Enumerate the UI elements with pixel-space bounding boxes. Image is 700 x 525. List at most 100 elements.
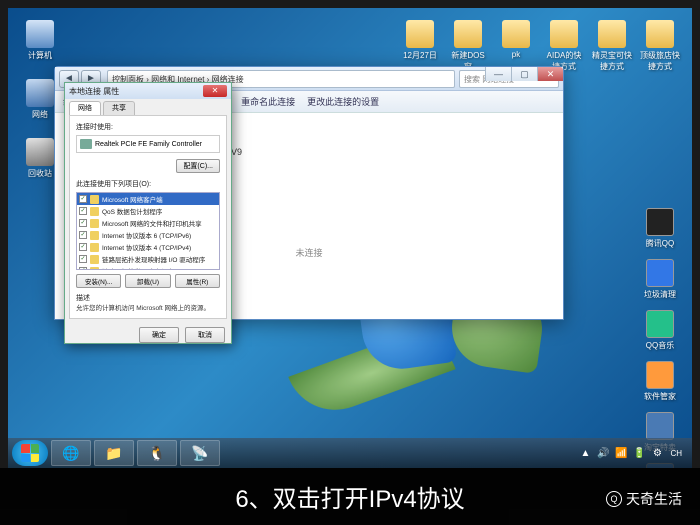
properties-button[interactable]: 属性(R): [175, 274, 220, 288]
protocol-item[interactable]: ✓ QoS 数据包计划程序: [77, 205, 219, 217]
protocol-item[interactable]: ✓ Microsoft 网络客户端: [77, 193, 219, 205]
icon-label: pk: [496, 50, 536, 59]
desktop-icon[interactable]: 12月27日: [400, 20, 440, 72]
protocol-item[interactable]: ✓ 链路层拓扑发现映射器 I/O 驱动程序: [77, 253, 219, 265]
desktop-icon[interactable]: 顶级旅店快捷方式: [640, 20, 680, 72]
adapter-label: Adapter V9: [197, 147, 551, 157]
checkbox-icon[interactable]: ✓: [79, 267, 87, 270]
protocol-item[interactable]: ✓ Microsoft 网络的文件和打印机共享: [77, 217, 219, 229]
icon-label: 垃圾清理: [640, 289, 680, 300]
tray-icon[interactable]: 🔊: [596, 446, 610, 460]
window-controls: — ▢ ✕: [485, 67, 563, 81]
connect-using-label: 连接时使用:: [76, 122, 220, 132]
app-icon: [502, 20, 530, 48]
checkbox-icon[interactable]: ✓: [79, 255, 87, 263]
desktop-screen: 计算机网络回收站 12月27日新建DOS窗pkAIDA的快捷方式精灵宝可快捷方式…: [8, 8, 692, 468]
tray-icon[interactable]: 🔋: [632, 446, 646, 460]
close-button[interactable]: ✕: [537, 67, 563, 81]
desktop-icon[interactable]: 新建DOS窗: [448, 20, 488, 72]
checkbox-icon[interactable]: ✓: [79, 207, 87, 215]
tab-sharing[interactable]: 共享: [103, 101, 135, 115]
maximize-button[interactable]: ▢: [511, 67, 537, 81]
language-indicator[interactable]: CH: [670, 449, 682, 458]
icon-label: 12月27日: [400, 50, 440, 61]
properties-dialog: 本地连接 属性 ✕ 网络 共享 连接时使用: Realtek PCIe FE F…: [64, 82, 232, 344]
dialog-title: 本地连接 属性: [69, 86, 119, 97]
desktop-icon[interactable]: pk: [496, 20, 536, 72]
desktop-icons-right-col: 腾讯QQ垃圾清理QQ音乐软件管家淘宝特卖腾讯电脑管家: [640, 208, 680, 468]
protocol-label: 链路层拓扑发现响应程序: [102, 266, 174, 270]
protocol-icon: [90, 255, 99, 264]
desktop-icon[interactable]: 软件管家: [640, 361, 680, 402]
icon-label: 腾讯QQ: [640, 238, 680, 249]
protocol-icon: [90, 195, 99, 204]
taskbar-item[interactable]: 🌐: [51, 440, 91, 466]
dialog-body: 连接时使用: Realtek PCIe FE Family Controller…: [69, 115, 227, 319]
app-icon: [454, 20, 482, 48]
taskbar-item[interactable]: 📡: [180, 440, 220, 466]
app-icon: [550, 20, 578, 48]
taskbar: 🌐📁🐧📡 ▲ 🔊 📶 🔋 ⚙ CH: [8, 438, 692, 468]
uninstall-button[interactable]: 卸载(U): [125, 274, 170, 288]
windows-logo-icon: [21, 444, 39, 462]
desktop-icon[interactable]: 计算机: [20, 20, 60, 61]
dialog-titlebar: 本地连接 属性 ✕: [65, 83, 231, 99]
minimize-button[interactable]: —: [485, 67, 511, 81]
desktop-icon[interactable]: QQ音乐: [640, 310, 680, 351]
protocol-label: Microsoft 网络客户端: [102, 194, 163, 204]
desktop-icon[interactable]: 垃圾清理: [640, 259, 680, 300]
app-icon: [646, 412, 674, 440]
icon-label: QQ音乐: [640, 340, 680, 351]
start-button[interactable]: [12, 440, 48, 466]
adapter-box: Realtek PCIe FE Family Controller: [76, 135, 220, 153]
dialog-close-button[interactable]: ✕: [203, 85, 227, 97]
checkbox-icon[interactable]: ✓: [79, 219, 87, 227]
taskbar-item[interactable]: 🐧: [137, 440, 177, 466]
system-tray: ▲ 🔊 📶 🔋 ⚙ CH: [578, 446, 688, 460]
protocol-item[interactable]: ✓ Internet 协议版本 4 (TCP/IPv4): [77, 241, 219, 253]
protocol-list[interactable]: ✓ Microsoft 网络客户端 ✓ QoS 数据包计划程序 ✓ Microsoft 网…: [76, 192, 220, 270]
toolbar-item[interactable]: 更改此连接的设置: [307, 95, 379, 108]
checkbox-icon[interactable]: ✓: [79, 195, 87, 203]
desktop-icon[interactable]: 腾讯QQ: [640, 208, 680, 249]
protocol-icon: [90, 219, 99, 228]
watermark: Q 天奇生活: [606, 489, 682, 509]
tray-icon[interactable]: 📶: [614, 446, 628, 460]
protocol-label: Internet 协议版本 4 (TCP/IPv4): [102, 242, 191, 252]
description-label: 描述: [76, 293, 220, 303]
app-icon: [646, 20, 674, 48]
protocol-item[interactable]: ✓ 链路层拓扑发现响应程序: [77, 265, 219, 270]
protocol-label: Microsoft 网络的文件和打印机共享: [102, 218, 202, 228]
icon-label: 软件管家: [640, 391, 680, 402]
protocol-label: Internet 协议版本 6 (TCP/IPv6): [102, 230, 191, 240]
toolbar-item[interactable]: 重命名此连接: [241, 95, 295, 108]
checkbox-icon[interactable]: ✓: [79, 231, 87, 239]
app-icon: [646, 310, 674, 338]
app-icon: [26, 138, 54, 166]
icon-label: 精灵宝可快捷方式: [592, 50, 632, 72]
desktop-icon[interactable]: 精灵宝可快捷方式: [592, 20, 632, 72]
protocol-label: 链路层拓扑发现映射器 I/O 驱动程序: [102, 254, 205, 264]
protocol-icon: [90, 207, 99, 216]
dialog-tabs: 网络 共享: [65, 99, 231, 115]
tray-icon[interactable]: ⚙: [650, 446, 664, 460]
app-icon: [406, 20, 434, 48]
tab-network[interactable]: 网络: [69, 101, 101, 115]
caption-bar: 6、双击打开IPv4协议 Q 天奇生活: [0, 468, 700, 525]
monitor-frame: 计算机网络回收站 12月27日新建DOS窗pkAIDA的快捷方式精灵宝可快捷方式…: [0, 0, 700, 525]
configure-button[interactable]: 配置(C)...: [176, 159, 220, 173]
checkbox-icon[interactable]: ✓: [79, 243, 87, 251]
desktop-icons-top-right: 12月27日新建DOS窗 pk AIDA的快捷方式精灵宝可快捷方式顶级旅店快捷方式: [400, 20, 680, 72]
status-text: 未连接: [295, 246, 322, 259]
protocol-item[interactable]: ✓ Internet 协议版本 6 (TCP/IPv6): [77, 229, 219, 241]
desktop-icon[interactable]: AIDA的快捷方式: [544, 20, 584, 72]
app-icon: [26, 20, 54, 48]
icon-label: 顶级旅店快捷方式: [640, 50, 680, 72]
tray-icon[interactable]: ▲: [578, 446, 592, 460]
protocol-label: QoS 数据包计划程序: [102, 206, 162, 216]
taskbar-item[interactable]: 📁: [94, 440, 134, 466]
cancel-button[interactable]: 取消: [185, 327, 225, 343]
app-icon: [646, 259, 674, 287]
ok-button[interactable]: 确定: [139, 327, 179, 343]
install-button[interactable]: 安装(N)...: [76, 274, 121, 288]
